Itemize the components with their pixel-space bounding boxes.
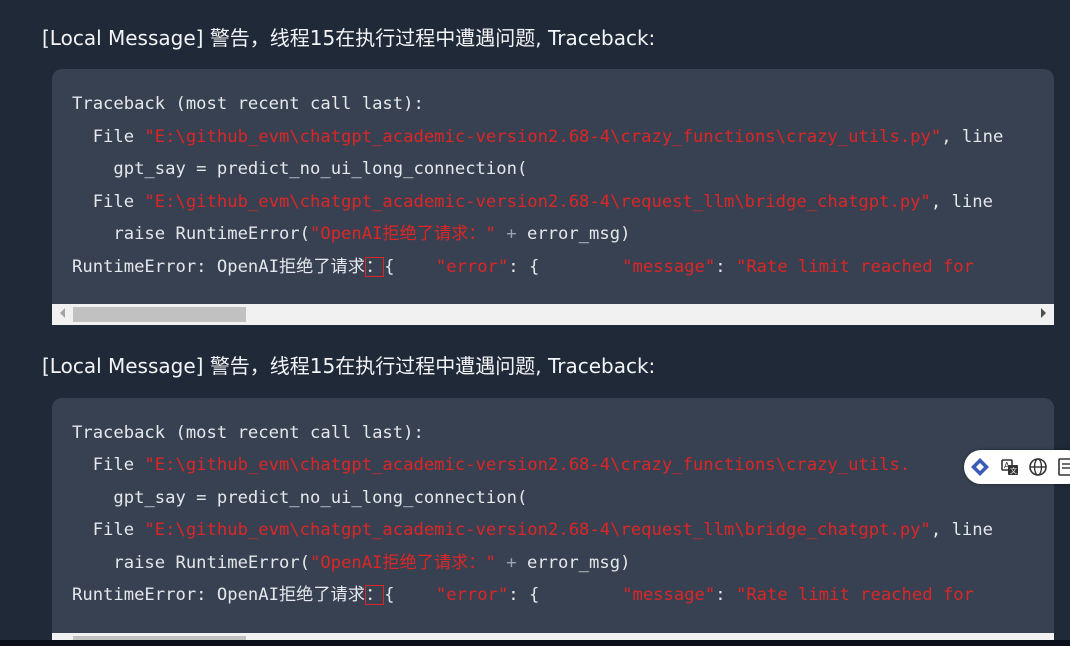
code-string: "message" [622, 585, 716, 605]
message-heading: [Local Message] 警告，线程15在执行过程中遭遇问题, Trace… [42, 354, 656, 378]
code-operator: + [495, 553, 527, 573]
code-line: gpt_say = predict_no_ui_long_connection( [72, 488, 528, 508]
code-text: raise RuntimeError( [72, 224, 310, 244]
horizontal-scrollbar[interactable] [52, 304, 1054, 325]
code-text: , line [930, 520, 993, 540]
code-operator: + [495, 224, 527, 244]
horizontal-scrollbar[interactable] [52, 633, 1054, 640]
code-text: { [384, 257, 436, 277]
globe-icon[interactable] [1028, 457, 1048, 477]
code-string: "Rate limit reached for [735, 257, 974, 277]
code-string: "OpenAI拒绝了请求：" [310, 553, 496, 573]
code-line: RuntimeError: OpenAI拒绝了请求：{ "error": { "… [72, 257, 974, 277]
code-line: raise RuntimeError("OpenAI拒绝了请求：" + erro… [72, 553, 630, 573]
chat-panel: [Local Message] 警告，线程15在执行过程中遭遇问题, Trace… [0, 0, 1070, 640]
code-string: "E:\github_evm\chatgpt_academic-version2… [144, 520, 931, 540]
code-line: Traceback (most recent call last): [72, 94, 424, 114]
code-text: : [715, 257, 736, 277]
code-string: "message" [622, 257, 716, 277]
highlighted-char: ： [364, 585, 385, 605]
code-string: "E:\github_evm\chatgpt_academic-version2… [144, 455, 911, 475]
code-line: RuntimeError: OpenAI拒绝了请求：{ "error": { "… [72, 585, 974, 605]
code-text: RuntimeError: OpenAI拒绝了请求 [72, 257, 365, 277]
code-string: "OpenAI拒绝了请求：" [310, 224, 496, 244]
code-text: , line [941, 127, 1004, 147]
code-text: error_msg) [526, 224, 631, 244]
code-string: "E:\github_evm\chatgpt_academic-version2… [144, 127, 942, 147]
code-block: Traceback (most recent call last): File … [52, 398, 1054, 640]
code-text: File [72, 127, 145, 147]
code-text: RuntimeError: OpenAI拒绝了请求 [72, 585, 365, 605]
scrollbar-thumb[interactable] [73, 636, 246, 640]
scrollbar-thumb[interactable] [73, 307, 246, 322]
document-icon[interactable] [1056, 457, 1070, 477]
code-text: , line [930, 192, 993, 212]
code-text: File [72, 520, 145, 540]
code-text: : { [508, 585, 623, 605]
scroll-right-arrow-icon[interactable] [1041, 308, 1046, 318]
code-string: "error" [435, 257, 509, 277]
code-string: "error" [435, 585, 509, 605]
svg-text:文: 文 [1010, 466, 1017, 475]
code-line: Traceback (most recent call last): [72, 423, 424, 443]
highlighted-char: ： [364, 257, 385, 277]
code-text: : [715, 585, 736, 605]
code-text: raise RuntimeError( [72, 553, 310, 573]
code-line: File "E:\github_evm\chatgpt_academic-ver… [72, 520, 993, 540]
code-text: { [384, 585, 436, 605]
code-line: File "E:\github_evm\chatgpt_academic-ver… [72, 127, 1004, 147]
scroll-left-arrow-icon[interactable] [60, 308, 65, 318]
message-heading: [Local Message] 警告，线程15在执行过程中遭遇问题, Trace… [42, 26, 656, 50]
code-line: File "E:\github_evm\chatgpt_academic-ver… [72, 455, 910, 475]
code-line: File "E:\github_evm\chatgpt_academic-ver… [72, 192, 993, 212]
code-text: : { [508, 257, 623, 277]
code-line: gpt_say = predict_no_ui_long_connection( [72, 159, 528, 179]
translate-toolbar: A 文 [964, 450, 1070, 484]
code-text: File [72, 455, 145, 475]
code-line: raise RuntimeError("OpenAI拒绝了请求：" + erro… [72, 224, 630, 244]
code-block: Traceback (most recent call last): File … [52, 69, 1054, 325]
code-string: "Rate limit reached for [735, 585, 974, 605]
diamond-logo-icon[interactable] [970, 457, 990, 477]
code-string: "E:\github_evm\chatgpt_academic-version2… [144, 192, 931, 212]
code-text: File [72, 192, 145, 212]
translate-icon[interactable]: A 文 [1000, 457, 1020, 477]
code-text: error_msg) [526, 553, 631, 573]
